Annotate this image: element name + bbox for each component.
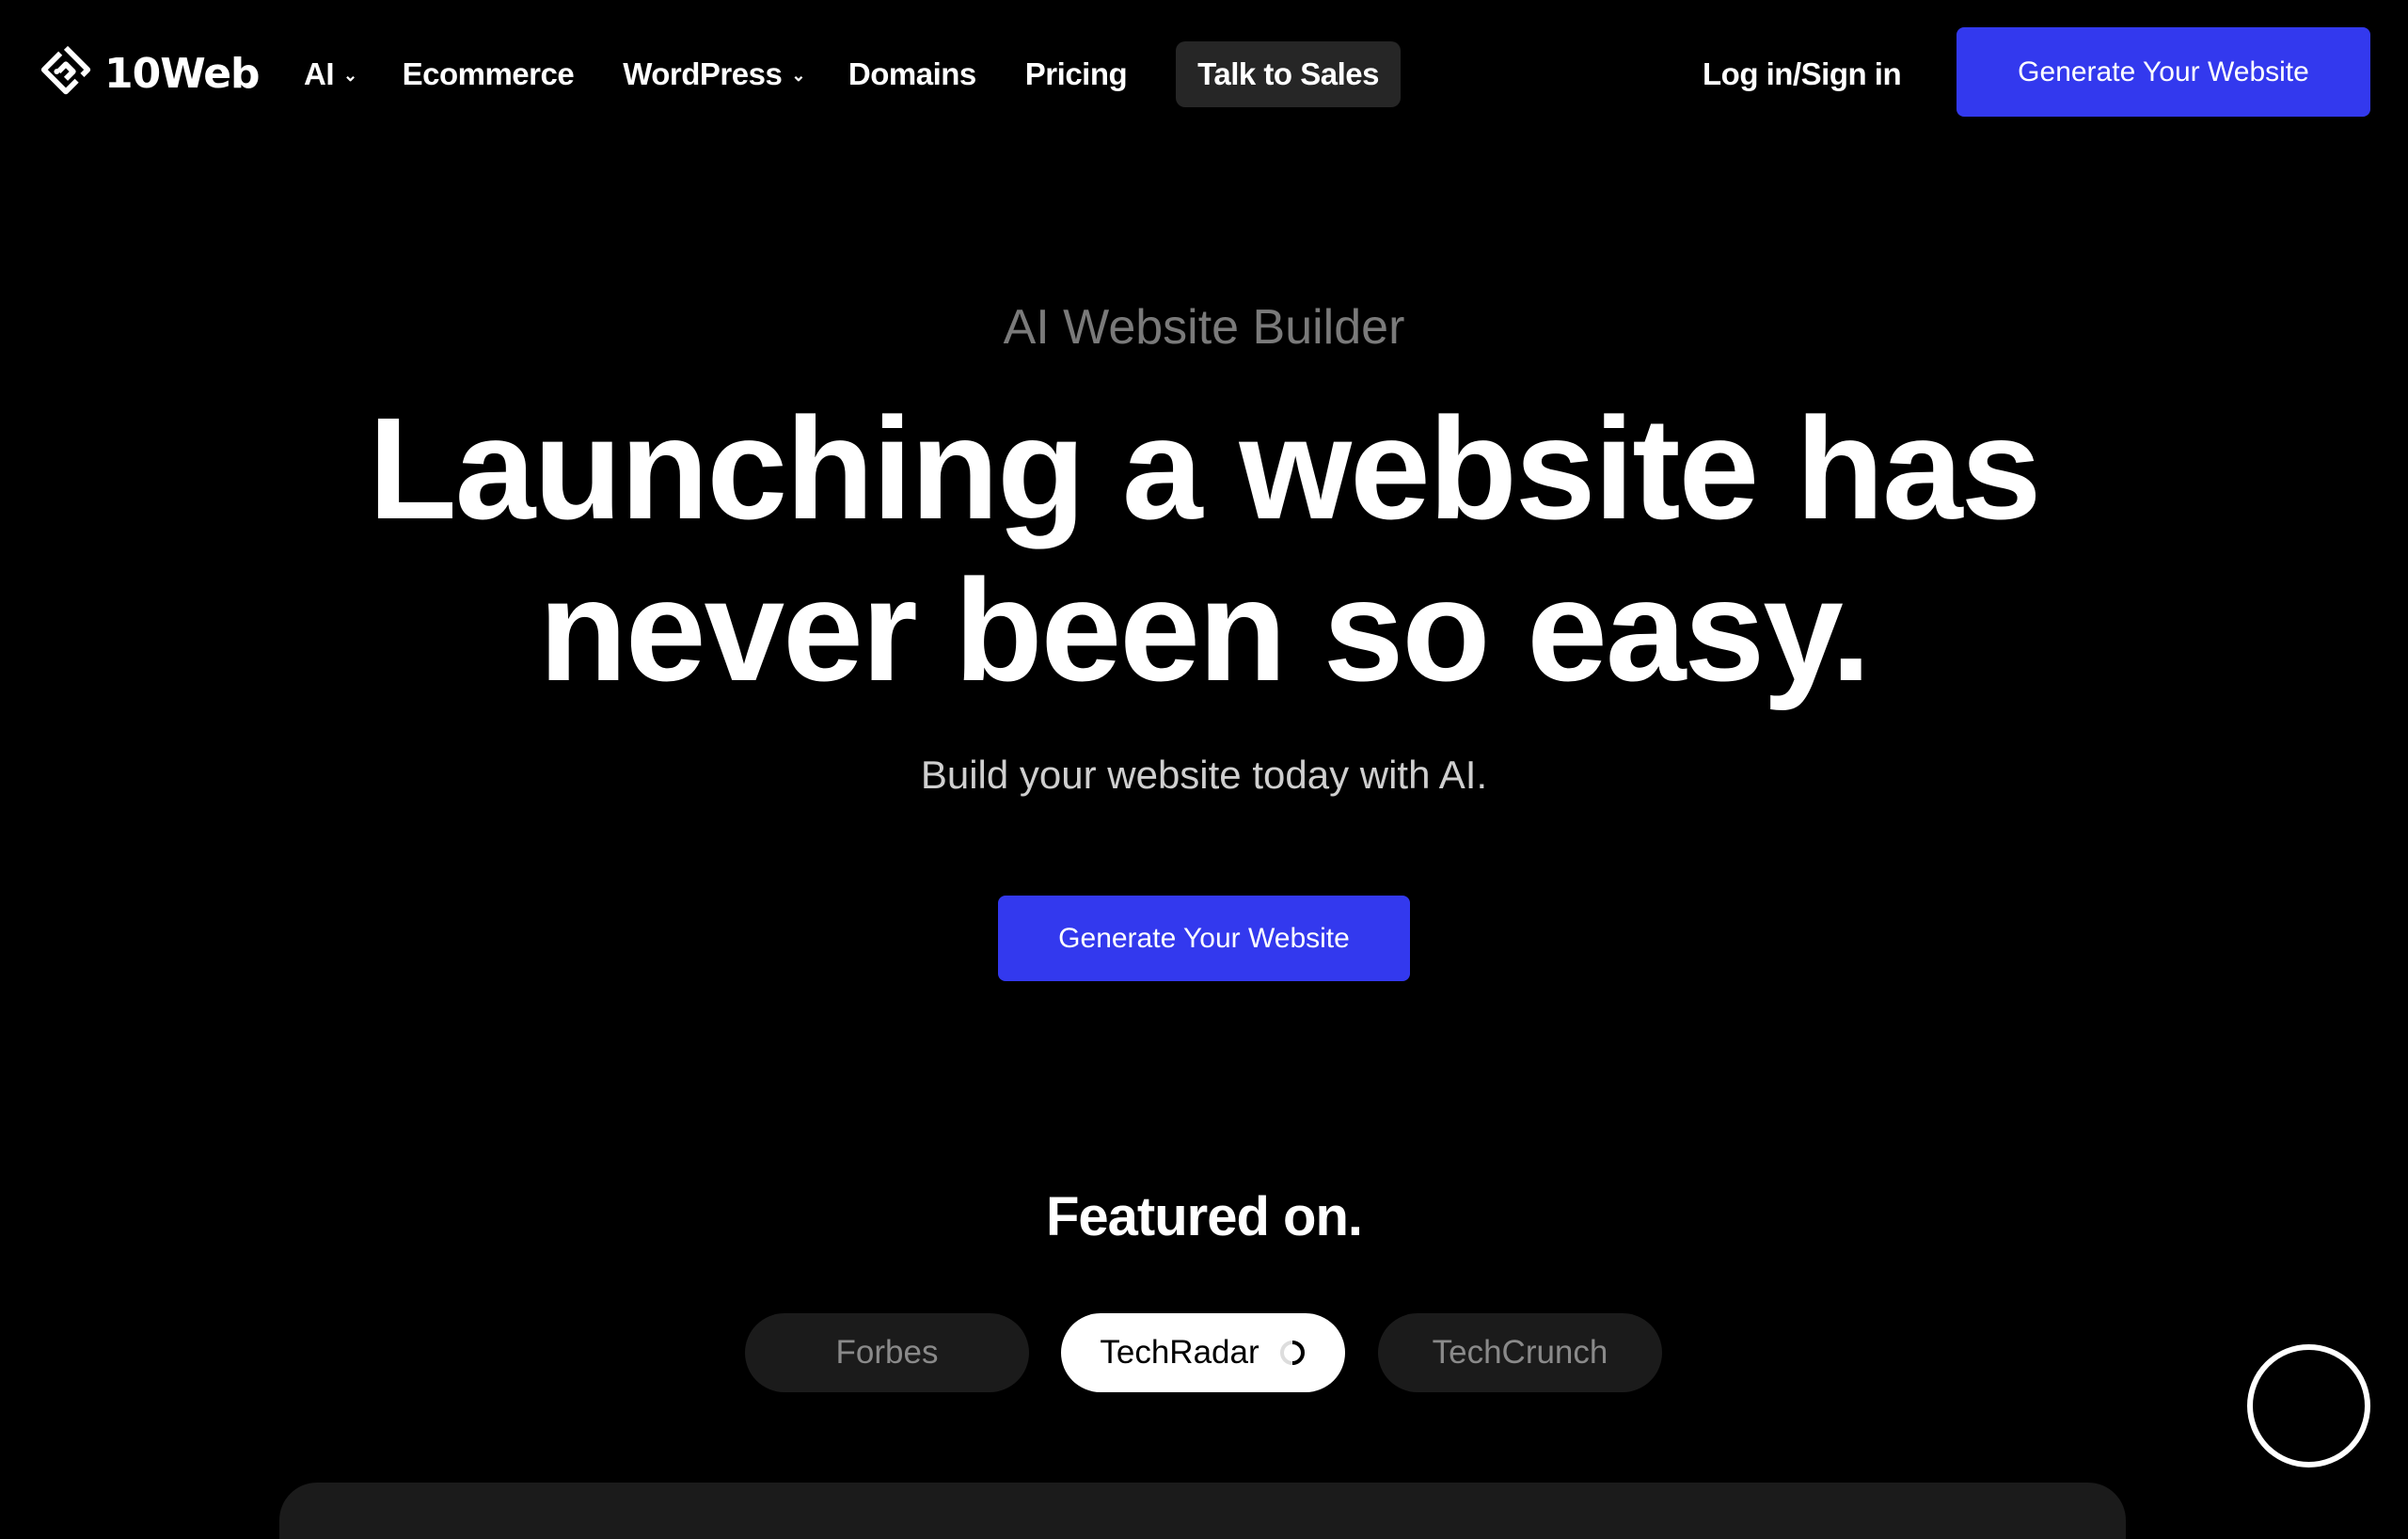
nav-item-pricing[interactable]: Pricing (1024, 56, 1128, 92)
pill-label: TechCrunch (1432, 1334, 1608, 1371)
nav-item-domains[interactable]: Domains (848, 56, 976, 92)
brand-logo[interactable]: 10Web (37, 41, 261, 105)
featured-pill-techradar[interactable]: TechRadar (1061, 1313, 1345, 1392)
talk-to-sales-label: Talk to Sales (1197, 56, 1379, 91)
pill-label: TechRadar (1100, 1334, 1259, 1371)
pill-label: Forbes (835, 1334, 939, 1371)
chat-widget-button[interactable] (2247, 1344, 2370, 1468)
10web-diamond-logo-icon (40, 45, 91, 95)
nav-item-label: Pricing (1024, 56, 1128, 91)
content-panel (279, 1483, 2126, 1539)
nav-item-ai[interactable]: AI ⌄ (304, 56, 357, 92)
talk-to-sales-button[interactable]: Talk to Sales (1176, 41, 1401, 107)
brand-name: 10Web (104, 49, 261, 98)
login-link[interactable]: Log in/Sign in (1703, 41, 1902, 107)
nav-item-label: Domains (848, 56, 976, 91)
hero-eyebrow: AI Website Builder (1003, 300, 1405, 355)
featured-pill-forbes[interactable]: Forbes (745, 1313, 1029, 1392)
main-nav: AI ⌄ Ecommerce WordPress ⌄ Domains Prici… (304, 41, 1401, 107)
hero-subtitle: Build your website today with AI. (920, 753, 1488, 797)
hero-headline: Launching a website has never been so ea… (0, 388, 2408, 711)
nav-item-ecommerce[interactable]: Ecommerce (403, 56, 575, 92)
headline-line-1: Launching a website has (368, 388, 2042, 549)
generate-website-header-button[interactable]: Generate Your Website (1956, 27, 2370, 117)
nav-item-label: AI (304, 56, 335, 91)
nav-item-wordpress[interactable]: WordPress ⌄ (623, 56, 805, 92)
featured-title: Featured on. (1045, 1186, 1363, 1247)
chevron-down-icon: ⌄ (343, 65, 357, 85)
generate-website-hero-button[interactable]: Generate Your Website (998, 896, 1410, 981)
nav-item-label: Ecommerce (402, 56, 575, 91)
featured-pill-techcrunch[interactable]: TechCrunch (1378, 1313, 1662, 1392)
nav-item-label: WordPress (623, 56, 783, 91)
loading-spinner-icon (1279, 1341, 1305, 1365)
headline-line-2: never been so easy. (538, 549, 1871, 711)
chevron-down-icon: ⌄ (791, 65, 805, 85)
